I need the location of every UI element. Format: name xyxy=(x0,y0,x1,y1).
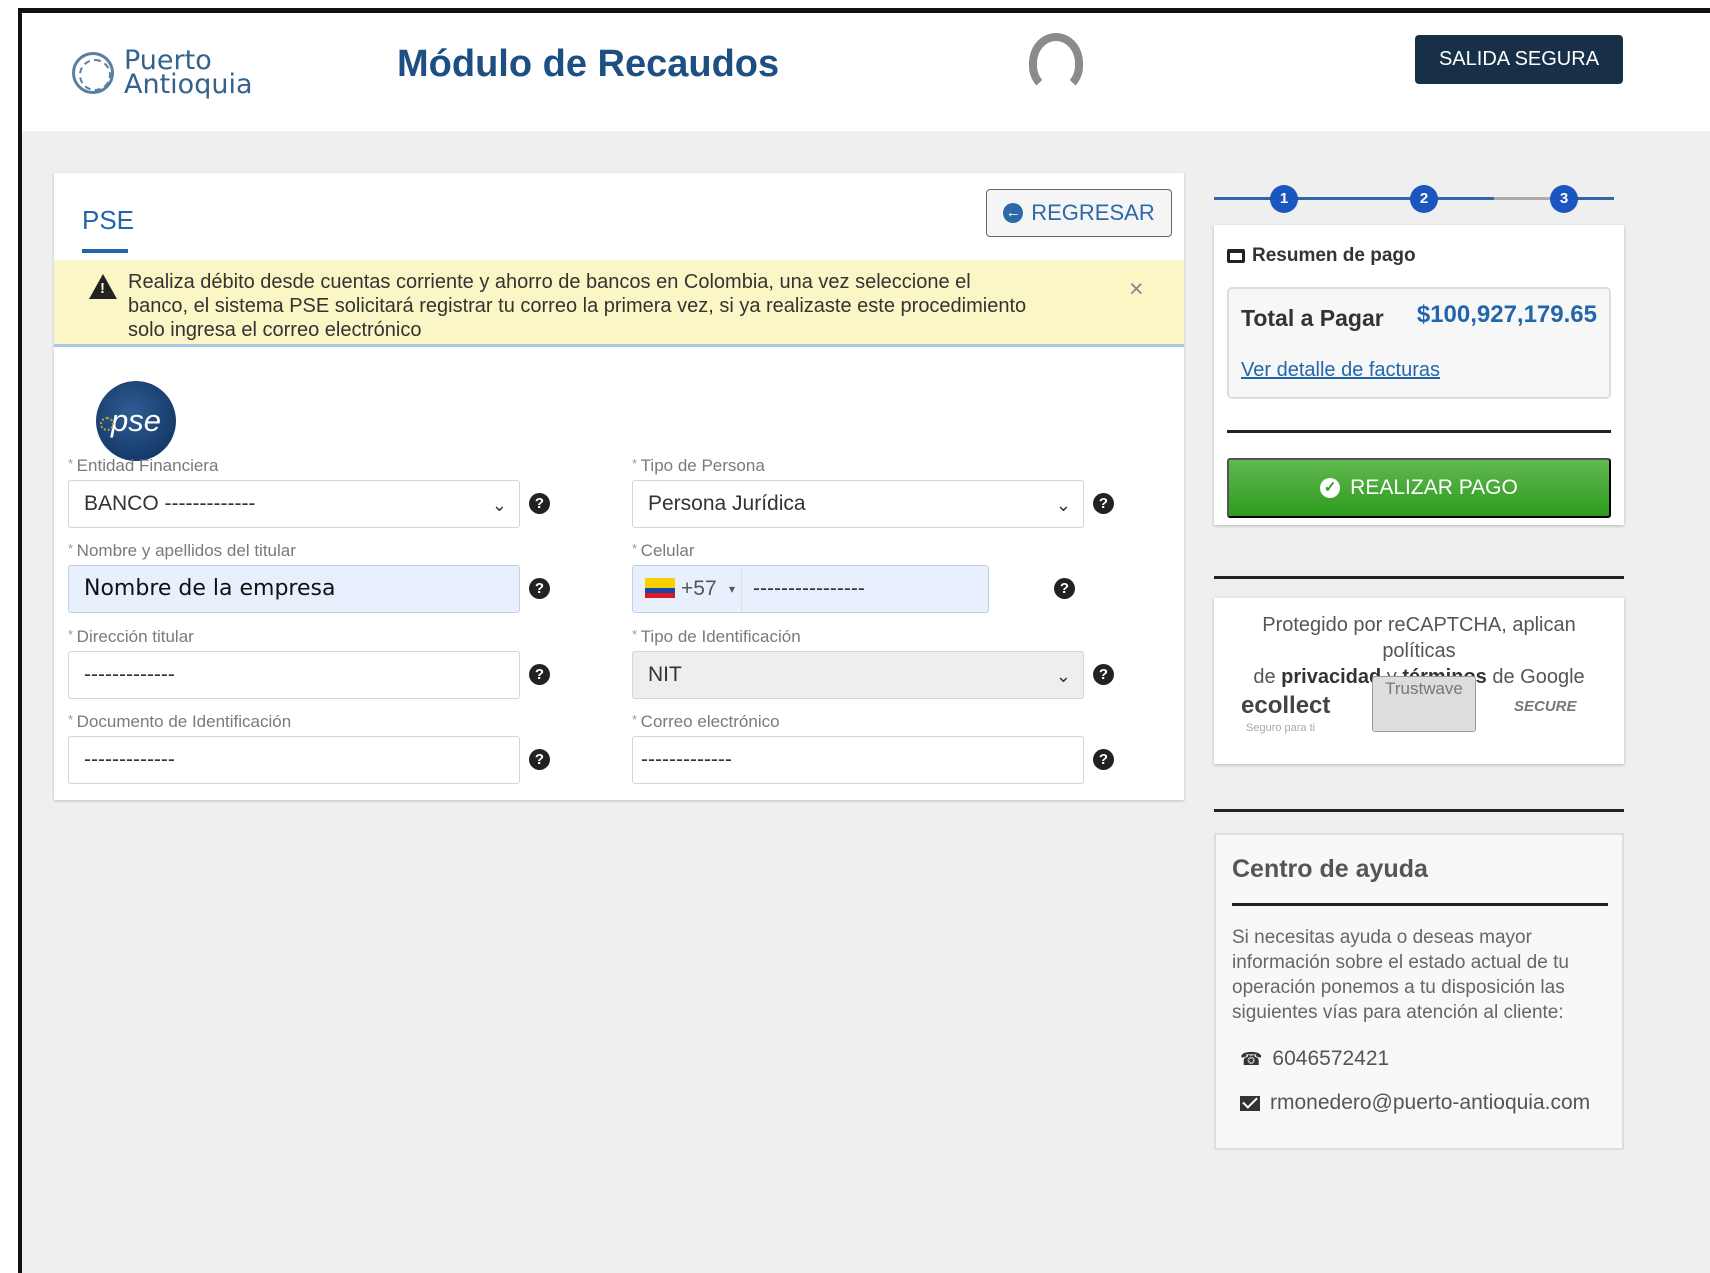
person-type-label: * Tipo de Persona xyxy=(632,456,765,475)
step-2: 2 xyxy=(1410,185,1438,213)
phone-icon: ☎ xyxy=(1240,1048,1263,1069)
logo-line-2: Antioquia xyxy=(124,69,253,100)
chevron-down-icon: ⌄ xyxy=(1055,495,1071,515)
top-header: Puerto Antioquia Módulo de Recaudos SALI… xyxy=(22,13,1710,131)
holder-name-label: * Nombre y apellidos del titular xyxy=(68,541,296,560)
user-avatar-icon[interactable] xyxy=(1029,33,1083,93)
arrow-left-circle-icon: ← xyxy=(1003,203,1024,223)
phone-separator xyxy=(741,566,742,612)
phone-value: ---------------- xyxy=(753,577,865,600)
pse-info-alert: ! Realiza débito desde cuentas corriente… xyxy=(54,260,1184,347)
summary-title: Resumen de pago xyxy=(1252,245,1416,266)
total-amount: $100,927,179.65 xyxy=(1416,301,1597,328)
pse-logo-text: pse xyxy=(111,403,161,438)
id-type-label: * Tipo de Identificación xyxy=(632,627,801,646)
address-input[interactable]: ------------- xyxy=(68,651,520,699)
trustwave-seal[interactable]: Trustwave xyxy=(1372,676,1476,732)
id-document-label: * Documento de Identificación xyxy=(68,712,292,731)
total-box: Total a Pagar $100,927,179.65 Ver detall… xyxy=(1227,287,1611,399)
make-payment-label: REALIZAR PAGO xyxy=(1350,476,1518,499)
dial-code: +57 xyxy=(681,577,717,600)
bank-help-icon[interactable]: ? xyxy=(529,493,550,514)
help-email-address: rmonedero@puerto-antioquia.com xyxy=(1270,1091,1591,1114)
active-tab-indicator xyxy=(82,249,128,253)
phone-label: * Celular xyxy=(632,541,695,560)
invoice-detail-link[interactable]: Ver detalle de facturas xyxy=(1241,359,1440,382)
ecollect-tagline: Seguro para ti xyxy=(1246,722,1316,734)
step-1: 1 xyxy=(1270,185,1298,213)
help-center-card: Centro de ayuda Si necesitas ayuda o des… xyxy=(1214,833,1624,1150)
pse-logo: pse xyxy=(96,381,176,461)
help-description: Si necesitas ayuda o deseas mayor inform… xyxy=(1232,927,1569,1023)
section-divider xyxy=(1214,576,1624,579)
cart-icon xyxy=(1227,249,1245,263)
phone-input[interactable]: +57 ▾ ---------------- xyxy=(632,565,989,613)
pse-payment-form: PSE ← REGRESAR ! Realiza débito desde cu… xyxy=(54,173,1184,800)
back-button-label: REGRESAR xyxy=(1031,200,1155,225)
email-help-icon[interactable]: ? xyxy=(1093,749,1114,770)
holder-name-help-icon[interactable]: ? xyxy=(529,578,550,599)
chevron-down-icon: ⌄ xyxy=(1055,666,1071,686)
payment-steps: 1 2 3 xyxy=(1214,175,1624,225)
id-document-input[interactable]: ------------- xyxy=(68,736,520,784)
help-title: Centro de ayuda xyxy=(1232,855,1428,883)
help-email[interactable]: rmonedero@puerto-antioquia.com xyxy=(1240,1091,1590,1115)
section-divider xyxy=(1214,809,1624,812)
secure-seal: SECURE xyxy=(1514,698,1577,715)
help-phone-number: 6046572421 xyxy=(1272,1047,1390,1070)
secure-exit-button[interactable]: SALIDA SEGURA xyxy=(1415,35,1623,84)
email-input[interactable]: ------------- xyxy=(632,736,1084,784)
id-type-help-icon[interactable]: ? xyxy=(1093,664,1114,685)
ecollect-logo: ecollect Seguro para ti xyxy=(1241,692,1331,734)
steps-line-inactive xyxy=(1494,197,1554,200)
make-payment-button[interactable]: ✓ REALIZAR PAGO xyxy=(1227,458,1611,518)
puerto-antioquia-logo[interactable]: Puerto Antioquia xyxy=(72,47,253,100)
person-type-select[interactable]: Persona Jurídica ⌄ xyxy=(632,480,1084,528)
tab-pse[interactable]: PSE xyxy=(82,205,134,236)
alert-message: Realiza débito desde cuentas corriente y… xyxy=(128,271,1027,341)
mail-icon xyxy=(1240,1095,1260,1111)
email-label: * Correo electrónico xyxy=(632,712,780,731)
privacy-link[interactable]: privacidad xyxy=(1281,666,1381,688)
id-document-help-icon[interactable]: ? xyxy=(529,749,550,770)
holder-name-input[interactable]: Nombre de la empresa xyxy=(68,565,520,613)
bank-select[interactable]: BANCO ------------- ⌄ xyxy=(68,480,520,528)
check-circle-icon: ✓ xyxy=(1320,478,1341,498)
person-type-select-value: Persona Jurídica xyxy=(648,492,806,515)
payment-summary-card: Resumen de pago Total a Pagar $100,927,1… xyxy=(1214,225,1624,525)
browser-frame: Puerto Antioquia Módulo de Recaudos SALI… xyxy=(18,8,1710,1273)
total-label: Total a Pagar xyxy=(1241,305,1384,331)
phone-help-icon[interactable]: ? xyxy=(1054,578,1075,599)
step-3: 3 xyxy=(1550,185,1578,213)
compass-logo-icon xyxy=(72,52,114,94)
back-button[interactable]: ← REGRESAR xyxy=(986,189,1172,237)
address-help-icon[interactable]: ? xyxy=(529,664,550,685)
colombia-flag-icon xyxy=(645,578,675,598)
help-divider xyxy=(1232,903,1608,906)
address-label: * Dirección titular xyxy=(68,627,194,646)
person-type-help-icon[interactable]: ? xyxy=(1093,493,1114,514)
bank-select-value: BANCO ------------- xyxy=(84,492,256,515)
caret-down-icon: ▾ xyxy=(729,582,736,596)
bank-label: * Entidad Financiera xyxy=(68,456,219,475)
help-phone[interactable]: ☎ 6046572421 xyxy=(1240,1047,1389,1071)
id-type-select-value: NIT xyxy=(648,663,682,686)
chevron-down-icon: ⌄ xyxy=(491,495,507,515)
pse-logo-dot xyxy=(100,417,114,431)
recaptcha-card: Protegido por reCAPTCHA, aplican polític… xyxy=(1214,598,1624,764)
page-title: Módulo de Recaudos xyxy=(397,43,780,85)
id-type-select[interactable]: NIT ⌄ xyxy=(632,651,1084,699)
summary-divider xyxy=(1227,430,1611,433)
warning-icon: ! xyxy=(89,274,117,299)
close-icon[interactable]: × xyxy=(1129,275,1144,304)
logo-text: Puerto Antioquia xyxy=(124,47,253,100)
